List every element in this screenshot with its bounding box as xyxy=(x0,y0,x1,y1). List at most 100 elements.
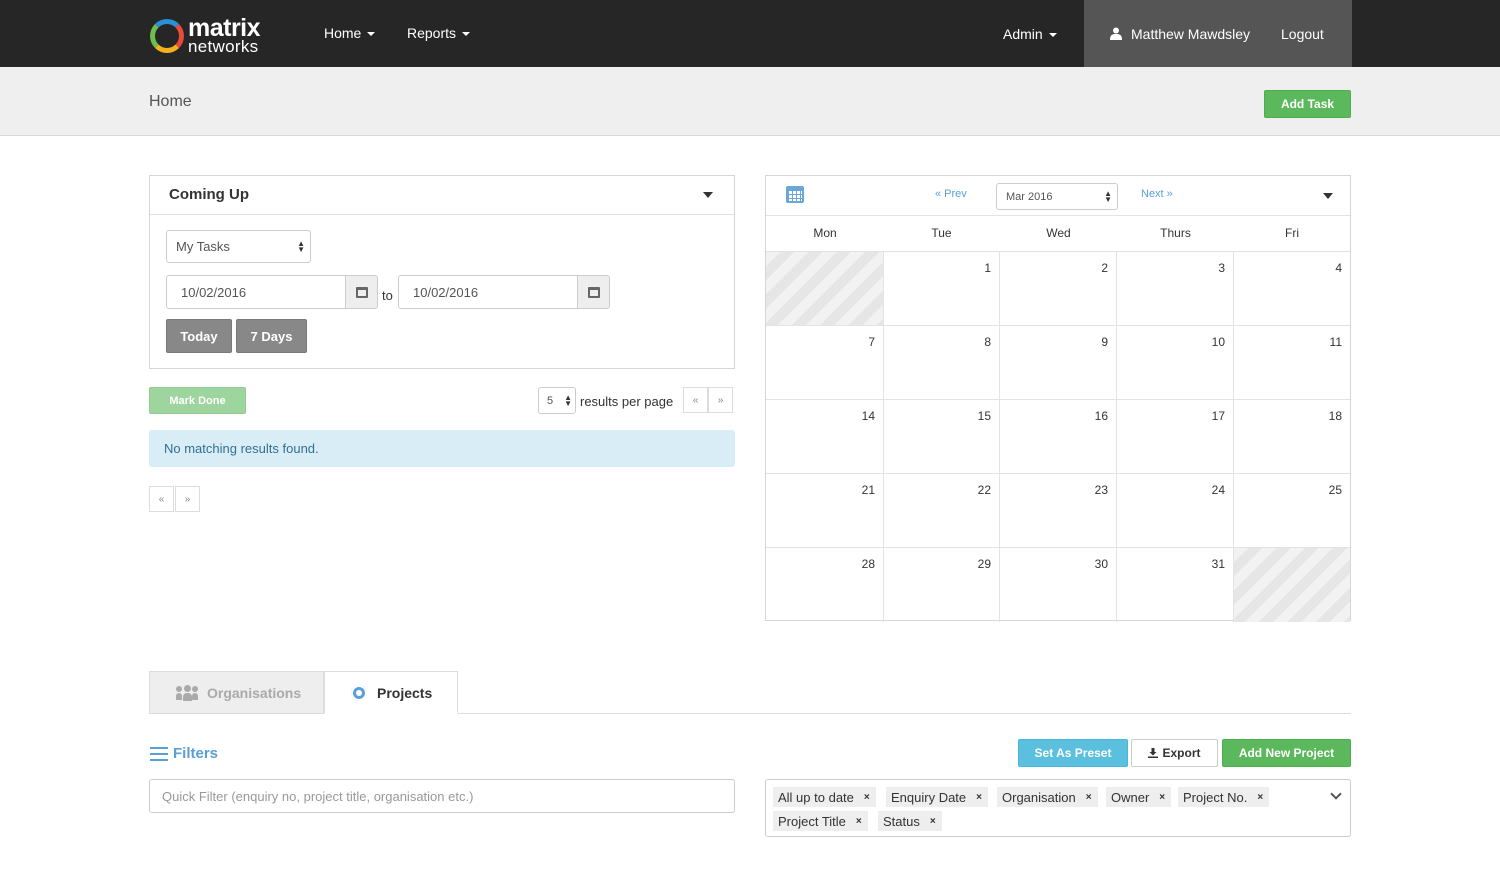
calendar-day-cell[interactable]: 3 xyxy=(1117,252,1234,326)
calendar-day-number: 23 xyxy=(1094,483,1108,497)
calendar-day-cell[interactable]: 29 xyxy=(883,548,1000,622)
calendar-day-cell[interactable]: 16 xyxy=(1000,400,1117,474)
results-per-page-select[interactable]: 5 ▲ ▼ xyxy=(538,387,576,414)
date-from-input[interactable]: 10/02/2016 xyxy=(166,275,346,309)
calendar-day-number: 15 xyxy=(977,409,991,423)
filter-tag: Enquiry Date × xyxy=(886,787,988,807)
select-updown-icon: ▲ ▼ xyxy=(564,392,572,408)
calendar-day-number: 30 xyxy=(1094,557,1108,571)
remove-tag-icon[interactable]: × xyxy=(976,792,982,803)
calendar-collapse-caret-icon[interactable] xyxy=(1323,193,1333,199)
nav-reports-dropdown[interactable]: Reports xyxy=(407,24,471,42)
add-new-project-button[interactable]: Add New Project xyxy=(1222,739,1351,767)
bottom-pager-next-button[interactable]: » xyxy=(175,486,200,512)
calendar-day-number: 24 xyxy=(1211,483,1225,497)
top-pager-next-button[interactable]: » xyxy=(708,387,733,413)
task-filter-select[interactable]: My Tasks ▲ ▼ xyxy=(166,230,311,263)
logout-link[interactable]: Logout xyxy=(1281,25,1324,43)
seven-days-button[interactable]: 7 Days xyxy=(236,319,307,353)
calendar-day-number: 8 xyxy=(984,335,991,349)
nav-home-dropdown[interactable]: Home xyxy=(324,24,376,42)
add-task-button[interactable]: Add Task xyxy=(1264,90,1351,118)
calendar-day-number: 10 xyxy=(1211,335,1225,349)
calendar-day-cell[interactable]: 18 xyxy=(1234,400,1350,474)
filter-tag: All up to date × xyxy=(773,787,876,807)
calendar-empty-day xyxy=(766,252,884,326)
results-per-page-value: 5 xyxy=(547,394,554,407)
calendar-day-cell[interactable]: 24 xyxy=(1117,474,1234,548)
calendar-day-cell[interactable]: 22 xyxy=(883,474,1000,548)
list-bars-icon xyxy=(150,746,168,761)
remove-tag-icon[interactable]: × xyxy=(1086,792,1092,803)
date-to-input[interactable]: 10/02/2016 xyxy=(398,275,578,309)
remove-tag-icon[interactable]: × xyxy=(864,792,870,803)
weekday-header: Wed xyxy=(1046,226,1071,240)
column-filter-tags[interactable]: All up to date × Enquiry Date × Organisation… xyxy=(765,779,1351,837)
remove-tag-icon[interactable]: × xyxy=(930,816,936,827)
calendar-day-cell[interactable]: 17 xyxy=(1117,400,1234,474)
calendar-day-cell[interactable]: 9 xyxy=(1000,326,1117,400)
select-updown-icon: ▲ ▼ xyxy=(297,238,305,254)
calendar-day-cell[interactable]: 23 xyxy=(1000,474,1117,548)
export-label: Export xyxy=(1162,746,1201,760)
calendar-day-cell[interactable]: 25 xyxy=(1234,474,1350,548)
calendar-next-link[interactable]: Next » xyxy=(1141,188,1173,200)
panel-collapse-caret-icon[interactable] xyxy=(703,192,713,198)
calendar-day-cell[interactable]: 14 xyxy=(766,400,884,474)
tab-organisations[interactable]: Organisations xyxy=(149,671,324,714)
calendar-day-cell[interactable]: 7 xyxy=(766,326,884,400)
calendar-day-cell[interactable]: 2 xyxy=(1000,252,1117,326)
remove-tag-icon[interactable]: × xyxy=(1257,792,1263,803)
set-as-preset-button[interactable]: Set As Preset xyxy=(1018,739,1128,767)
calendar-day-cell[interactable]: 31 xyxy=(1117,548,1234,622)
calendar-day-number: 14 xyxy=(861,409,875,423)
calendar-day-cell[interactable]: 28 xyxy=(766,548,884,622)
calendar-panel: « Prev Mar 2016 ▲ ▼ Next » Mon Tue Wed Thurs… xyxy=(765,175,1351,622)
calendar-day-cell[interactable]: 10 xyxy=(1117,326,1234,400)
export-button[interactable]: Export xyxy=(1131,739,1218,767)
calendar-day-cell[interactable]: 8 xyxy=(883,326,1000,400)
no-results-alert: No matching results found. xyxy=(149,430,735,467)
nav-admin-dropdown[interactable]: Admin xyxy=(1003,25,1057,43)
calendar-day-number: 7 xyxy=(868,335,875,349)
calendar-day-cell[interactable]: 21 xyxy=(766,474,884,548)
calendar-day-cell[interactable]: 15 xyxy=(883,400,1000,474)
coming-up-title: Coming Up xyxy=(169,186,249,203)
calendar-day-cell[interactable]: 11 xyxy=(1234,326,1350,400)
filter-tag: Owner × xyxy=(1106,787,1172,807)
calendar-day-number: 11 xyxy=(1329,335,1342,349)
nav-reports-label: Reports xyxy=(407,25,457,41)
filter-tag: Project Title × xyxy=(773,811,868,831)
bottom-pager-prev-button[interactable]: « xyxy=(149,486,174,512)
remove-tag-icon[interactable]: × xyxy=(1159,792,1165,803)
quick-filter-input[interactable]: Quick Filter (enquiry no, project title,… xyxy=(149,779,735,813)
date-from-calendar-button[interactable] xyxy=(345,275,378,309)
calendar-day-cell[interactable]: 4 xyxy=(1234,252,1350,326)
weekday-header: Fri xyxy=(1285,226,1299,240)
filter-tag: Project No. × xyxy=(1178,787,1270,807)
filter-tag-label: Organisation xyxy=(1002,789,1076,805)
calendar-day-cell[interactable]: 1 xyxy=(883,252,1000,326)
filters-toggle[interactable]: Filters xyxy=(150,745,218,762)
calendar-day-number: 18 xyxy=(1328,409,1342,423)
tab-projects[interactable]: Projects xyxy=(324,671,458,714)
date-to-calendar-button[interactable] xyxy=(577,275,610,309)
today-button[interactable]: Today xyxy=(166,319,232,353)
matrix-networks-logo[interactable]: matrix networks xyxy=(150,14,270,56)
page-title: Home xyxy=(149,93,192,110)
task-filter-value: My Tasks xyxy=(176,239,230,254)
calendar-day-number: 25 xyxy=(1328,483,1342,497)
mark-done-button[interactable]: Mark Done xyxy=(149,387,246,414)
logo-text-networks: networks xyxy=(188,37,259,56)
calendar-prev-link[interactable]: « Prev xyxy=(935,188,967,200)
top-pager-prev-button[interactable]: « xyxy=(683,387,708,413)
chevron-down-icon[interactable] xyxy=(1330,788,1342,800)
calendar-month-select[interactable]: Mar 2016 ▲ ▼ xyxy=(996,183,1118,210)
remove-tag-icon[interactable]: × xyxy=(856,816,862,827)
calendar-month-value: Mar 2016 xyxy=(1006,190,1053,203)
calendar-day-cell[interactable]: 30 xyxy=(1000,548,1117,622)
user-name-link[interactable]: Matthew Mawdsley xyxy=(1131,25,1250,43)
caret-down-icon xyxy=(367,32,376,37)
calendar-day-number: 16 xyxy=(1094,409,1108,423)
nav-home-label: Home xyxy=(324,25,362,41)
